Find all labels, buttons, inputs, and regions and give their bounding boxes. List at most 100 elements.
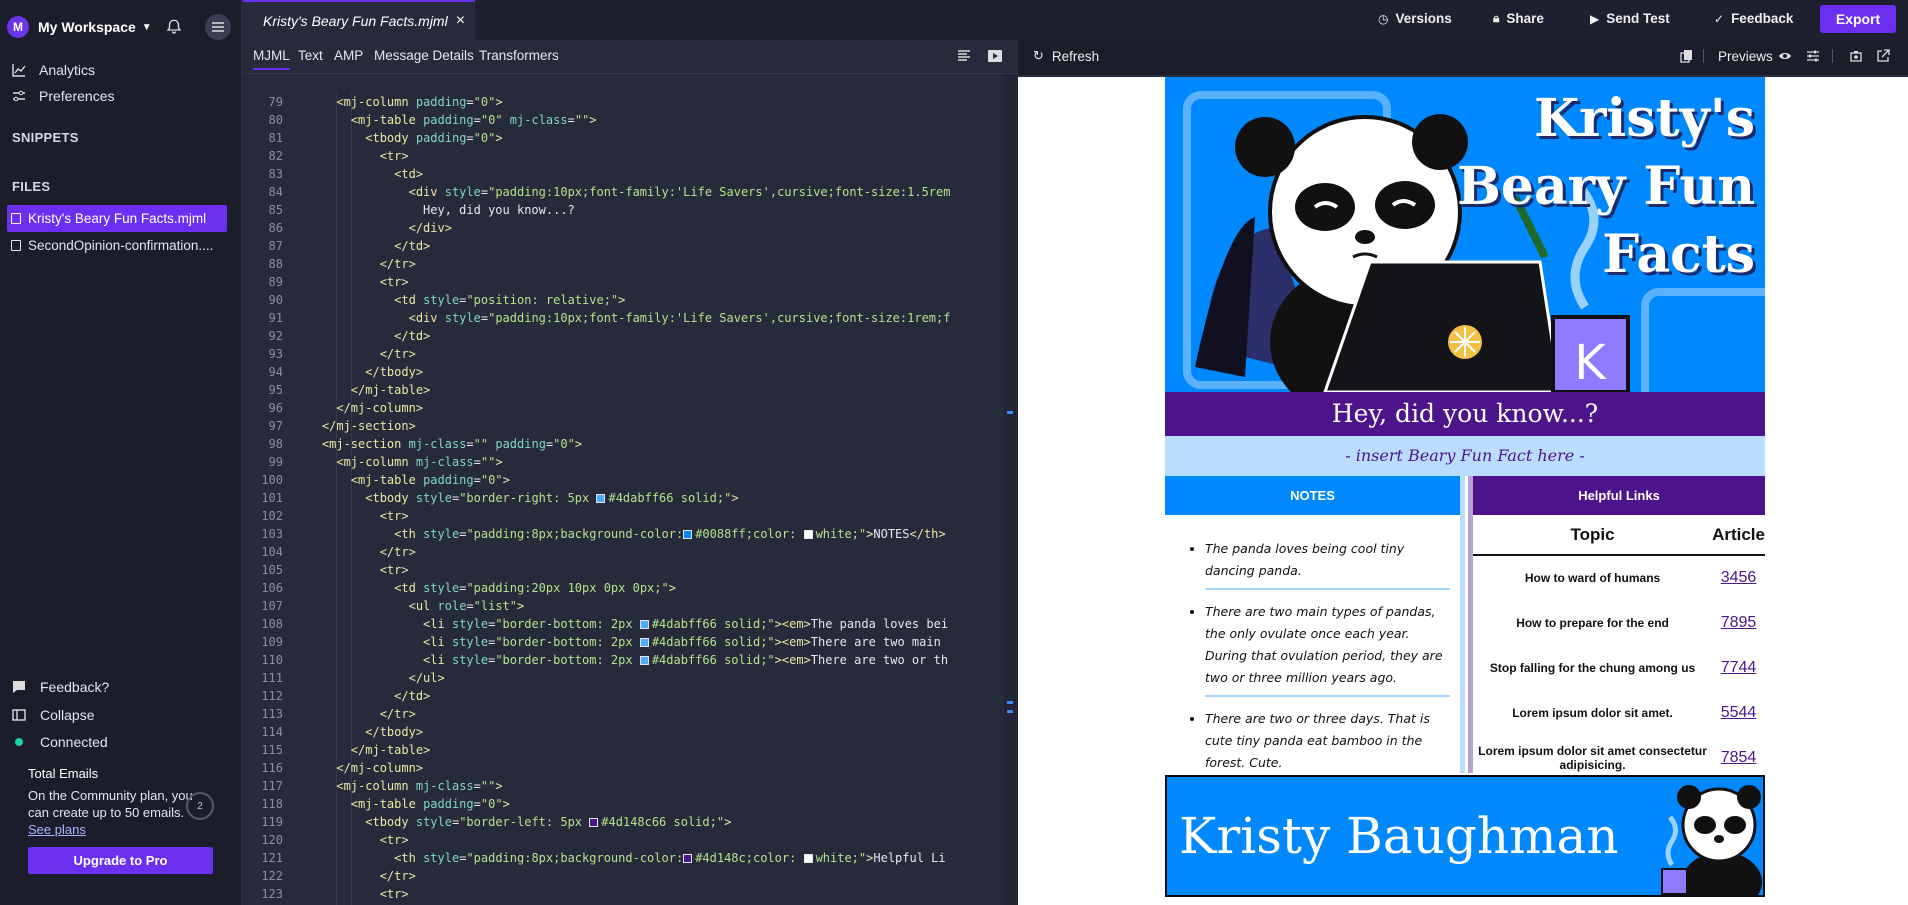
tab-transformers[interactable]: Transformers [479, 48, 559, 63]
code-line[interactable]: 117 <mj-column mj-class=""> [243, 777, 1018, 795]
tab-amp[interactable]: AMP [334, 48, 363, 63]
code-line[interactable]: 81 <tbody padding="0"> [243, 129, 1018, 147]
feedback-button[interactable]: ✓ Feedback [1714, 11, 1793, 26]
export-button[interactable]: Export [1820, 5, 1896, 33]
screenshot-icon[interactable] [1849, 49, 1863, 63]
article-link[interactable]: 3456 [1712, 555, 1765, 600]
code-line[interactable]: 87 </td> [243, 237, 1018, 255]
code-line[interactable]: 108 <li style="border-bottom: 2px #4dabf… [243, 615, 1018, 633]
code-line[interactable]: 121 <th style="padding:8px;background-co… [243, 849, 1018, 867]
refresh-button[interactable]: ↻ Refresh [1033, 48, 1099, 64]
code-line[interactable]: 114 </tbody> [243, 723, 1018, 741]
code-line[interactable]: 103 <th style="padding:8px;background-co… [243, 525, 1018, 543]
code-line[interactable]: 119 <tbody style="border-left: 5px #4d14… [243, 813, 1018, 831]
code-line[interactable]: 83 <td> [243, 165, 1018, 183]
article-link[interactable]: 7854 [1712, 735, 1765, 780]
code-line[interactable]: 101 <tbody style="border-right: 5px #4da… [243, 489, 1018, 507]
code-line[interactable]: 116 </mj-column> [243, 759, 1018, 777]
code-line[interactable]: 82 <tr> [243, 147, 1018, 165]
line-number: 104 [261, 545, 283, 559]
copy-icon[interactable] [1680, 49, 1694, 63]
article-link[interactable]: 5544 [1712, 690, 1765, 735]
code-line[interactable]: 111 </ul> [243, 669, 1018, 687]
menu-icon[interactable] [205, 14, 231, 40]
bell-icon[interactable] [165, 18, 183, 36]
code-line[interactable]: 113 </tr> [243, 705, 1018, 723]
code-line[interactable]: 91 <div style="padding:10px;font-family:… [243, 309, 1018, 327]
line-number: 101 [261, 491, 283, 505]
code-text: </mj-column> [336, 401, 424, 415]
code-line[interactable]: 89 <tr> [243, 273, 1018, 291]
nav-preferences[interactable]: Preferences [12, 85, 114, 107]
workspace-switcher[interactable]: M My Workspace ▼ [7, 14, 232, 40]
code-text: <mj-column mj-class=""> [336, 779, 503, 793]
code-line[interactable]: 92 </td> [243, 327, 1018, 345]
tab-mjml[interactable]: MJML [253, 48, 290, 70]
tab-message-details[interactable]: Message Details [374, 48, 474, 63]
code-line[interactable]: 118 <mj-table padding="0"> [243, 795, 1018, 813]
code-line[interactable]: 115 </mj-table> [243, 741, 1018, 759]
previews-label[interactable]: Previews [1718, 49, 1773, 64]
code-line[interactable]: 123 <tr> [243, 885, 1018, 903]
close-icon[interactable]: × [456, 12, 465, 30]
code-line[interactable]: 93 </tr> [243, 345, 1018, 363]
code-text: </mj-table> [350, 743, 431, 757]
code-line[interactable]: 79 <mj-column padding="0"> [243, 93, 1018, 111]
file-name: SecondOpinion-confirmation.... [28, 238, 214, 253]
external-link-icon[interactable] [1876, 49, 1890, 63]
code-line[interactable]: 95 </mj-table> [243, 381, 1018, 399]
file-icon [11, 240, 21, 251]
code-lines[interactable]: 79 <mj-column padding="0"> 80 <mj-table p… [243, 93, 1018, 905]
feedback-label: Feedback? [40, 679, 110, 695]
code-line[interactable]: 88 </tr> [243, 255, 1018, 273]
code-line[interactable]: 120 <tr> [243, 831, 1018, 849]
code-line[interactable]: 96 </mj-column> [243, 399, 1018, 417]
code-text: <td> [394, 167, 424, 181]
file-item-beary-fun-facts[interactable]: Kristy's Beary Fun Facts.mjml [7, 205, 227, 232]
settings-sliders-icon[interactable] [1806, 49, 1820, 63]
feedback-link[interactable]: Feedback? [12, 676, 109, 698]
upgrade-button[interactable]: Upgrade to Pro [28, 847, 213, 874]
code-line[interactable]: 99 <mj-column mj-class=""> [243, 453, 1018, 471]
editor-scrollbar[interactable] [1004, 74, 1016, 905]
code-line[interactable]: 122 </tr> [243, 867, 1018, 885]
code-line[interactable]: 107 <ul role="list"> [243, 597, 1018, 615]
code-line[interactable]: 90 <td style="position: relative;"> [243, 291, 1018, 309]
code-line[interactable]: 80 <mj-table padding="0" mj-class=""> [243, 111, 1018, 129]
code-line[interactable]: 84 <div style="padding:10px;font-family:… [243, 183, 1018, 201]
share-button[interactable]: 🔒︎ Share [1493, 11, 1544, 26]
code-text: <td style="position: relative;"> [394, 293, 626, 307]
code-line[interactable]: 98 <mj-section mj-class="" padding="0"> [243, 435, 1018, 453]
article-link[interactable]: 7895 [1712, 600, 1765, 645]
code-line[interactable]: 105 <tr> [243, 561, 1018, 579]
code-line[interactable]: 112 </td> [243, 687, 1018, 705]
versions-label: Versions [1395, 11, 1452, 26]
code-line[interactable]: 106 <td style="padding:20px 10px 0px 0px… [243, 579, 1018, 597]
code-line[interactable]: 109 <li style="border-bottom: 2px #4dabf… [243, 633, 1018, 651]
see-plans-link[interactable]: See plans [28, 822, 86, 837]
code-line[interactable]: 94 </tbody> [243, 363, 1018, 381]
code-line[interactable]: 85 Hey, did you know...? [243, 201, 1018, 219]
line-number: 87 [268, 239, 283, 253]
editor-file-tab[interactable]: Kristy's Beary Fun Facts.mjml × [243, 0, 475, 40]
eye-icon[interactable] [1778, 49, 1792, 63]
code-line[interactable]: 86 </div> [243, 219, 1018, 237]
collapse-button[interactable]: Collapse [12, 704, 94, 726]
list-item: There are two main types of pandas, the … [1205, 598, 1450, 697]
article-link[interactable]: 7744 [1712, 645, 1765, 690]
code-line[interactable]: 100 <mj-table padding="0"> [243, 471, 1018, 489]
send-test-button[interactable]: ▶ Send Test [1590, 11, 1670, 26]
file-item-second-opinion[interactable]: SecondOpinion-confirmation.... [7, 232, 227, 259]
code-line[interactable]: 102 <tr> [243, 507, 1018, 525]
code-text: <ul role="list"> [408, 599, 525, 613]
code-line[interactable]: 104 </tr> [243, 543, 1018, 561]
topic-cell: Stop falling for the chung among us [1489, 660, 1696, 675]
play-icon[interactable] [987, 48, 1003, 64]
format-icon[interactable] [956, 48, 972, 64]
code-text: <td style="padding:20px 10px 0px 0px;"> [394, 581, 676, 595]
code-line[interactable]: 97 </mj-section> [243, 417, 1018, 435]
nav-analytics[interactable]: Analytics [12, 59, 95, 81]
tab-text[interactable]: Text [298, 48, 323, 63]
code-line[interactable]: 110 <li style="border-bottom: 2px #4dabf… [243, 651, 1018, 669]
versions-button[interactable]: ◷ Versions [1378, 11, 1452, 26]
